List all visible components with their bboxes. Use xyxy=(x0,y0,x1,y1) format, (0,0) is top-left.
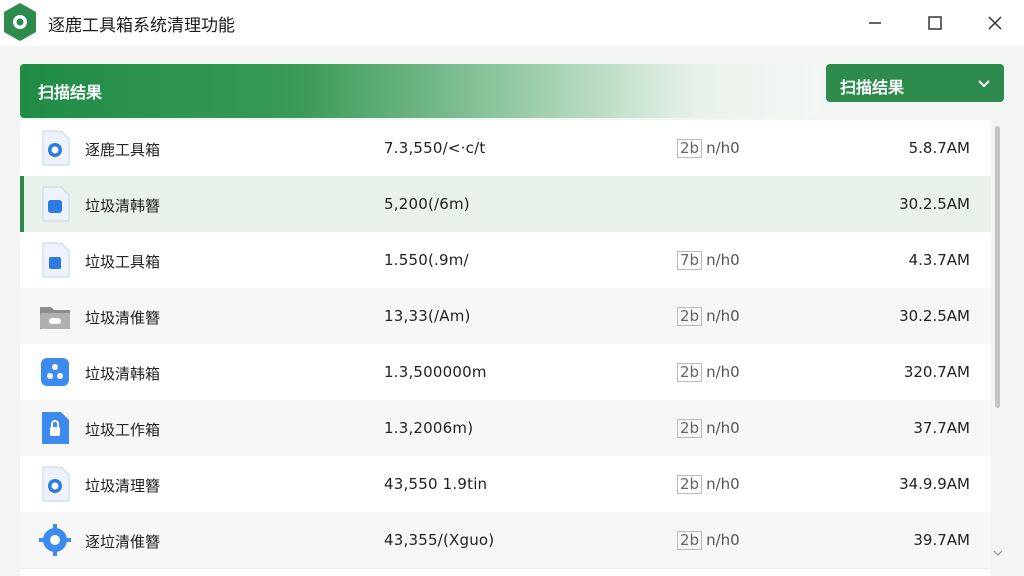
meta-text: n/h0 xyxy=(706,475,740,493)
doc-icon xyxy=(42,186,70,222)
window-title: 逐鹿工具箱系统清理功能 xyxy=(48,16,235,36)
minimize-button[interactable] xyxy=(860,8,890,38)
file-meta: 7b n/h0 xyxy=(677,251,740,270)
app-logo-icon xyxy=(4,3,36,41)
meta-text: n/h0 xyxy=(706,307,740,325)
search-doc-icon xyxy=(42,130,70,166)
gear-icon xyxy=(39,524,71,556)
scrollbar-thumb[interactable] xyxy=(995,126,1000,408)
results-header: 扫描结果 xyxy=(20,64,817,118)
dropdown-label: 扫描结果 xyxy=(840,78,905,97)
file-time: 37.7AM xyxy=(913,419,970,437)
title-bar: 逐鹿工具箱系统清理功能 xyxy=(0,0,1024,46)
file-row[interactable]: 垃圾清理簪 43,550 1.9tin 2b n/h0 34.9.9AM xyxy=(20,456,991,513)
maximize-icon xyxy=(928,16,942,30)
lock-doc-icon xyxy=(42,242,70,278)
meta-text: n/h0 xyxy=(706,531,740,549)
file-time: 39.7AM xyxy=(913,531,970,549)
meta-text: n/h0 xyxy=(706,419,740,437)
file-list: 逐鹿工具箱 7.3,550/<·c/t 2b n/h0 5.8.7AM 垃圾清韩簪… xyxy=(20,120,991,576)
file-name: 垃圾清倠簪 xyxy=(85,309,161,327)
meta-text: n/h0 xyxy=(706,363,740,381)
file-size: 43,355/(Xguo) xyxy=(384,531,495,549)
meta-box: 2b xyxy=(677,363,703,382)
app-icon xyxy=(41,358,69,386)
file-row[interactable]: 逐鹿工具箱 7.3,550/<·c/t 2b n/h0 5.8.7AM xyxy=(20,120,991,177)
file-name: 垃圾工作箱 xyxy=(85,421,161,439)
file-time: 30.2.5AM xyxy=(899,195,970,213)
file-size: 1.3,2006m) xyxy=(384,419,474,437)
meta-box: 2b xyxy=(677,531,703,550)
file-meta: 2b n/h0 xyxy=(677,419,740,438)
meta-text: n/h0 xyxy=(706,139,740,157)
meta-box: 2b xyxy=(677,139,703,158)
file-row[interactable]: 垃圾清倠簪 13,33(/Am) 2b n/h0 30.2.5AM xyxy=(20,288,991,345)
file-time: 30.2.5AM xyxy=(899,307,970,325)
file-name: 垃圾工具箱 xyxy=(85,253,161,271)
close-button[interactable] xyxy=(980,8,1010,38)
file-size: 1.550(.9m/ xyxy=(384,251,469,269)
file-name: 垃圾清韩箱 xyxy=(85,365,161,383)
folder-icon xyxy=(40,307,70,329)
file-row-selected[interactable]: 垃圾清韩簪 5,200(/6m) 30.2.5AM xyxy=(20,176,991,233)
file-time: 320.7AM xyxy=(903,363,970,381)
lock-icon xyxy=(42,412,69,444)
results-dropdown[interactable]: 扫描结果 xyxy=(826,64,1004,102)
file-row[interactable]: 垃圾工作箱 1.3,2006m) 2b n/h0 37.7AM xyxy=(20,400,991,457)
file-time: 34.9.9AM xyxy=(899,475,970,493)
file-size: 13,33(/Am) xyxy=(384,307,471,325)
meta-box: 7b xyxy=(677,251,703,270)
chevron-down-icon xyxy=(978,80,990,88)
file-time: 5.8.7AM xyxy=(908,139,970,157)
meta-box: 2b xyxy=(677,475,703,494)
file-meta: 2b n/h0 xyxy=(677,363,740,382)
file-meta: 2b n/h0 xyxy=(677,475,740,494)
file-size: 43,550 1.9tin xyxy=(384,475,488,493)
scroll-down-icon[interactable] xyxy=(993,548,1003,558)
search-doc-icon xyxy=(42,466,70,502)
meta-box: 2b xyxy=(677,307,703,326)
file-name: 垃圾清理簪 xyxy=(85,477,161,495)
list-scrollbar[interactable] xyxy=(993,118,1003,576)
file-size: 1.3,500000m xyxy=(384,363,487,381)
file-name: 逐垃清倠簪 xyxy=(85,533,161,551)
file-row[interactable]: 垃圾工具箱 1.550(.9m/ 7b n/h0 4.3.7AM xyxy=(20,232,991,289)
meta-text: n/h0 xyxy=(706,251,740,269)
file-size: 5,200(/6m) xyxy=(384,195,470,213)
file-size: 7.3,550/<·c/t xyxy=(384,139,486,157)
maximize-button[interactable] xyxy=(920,8,950,38)
file-meta: 2b n/h0 xyxy=(677,531,740,550)
file-name: 垃圾清韩簪 xyxy=(85,197,161,215)
meta-box: 2b xyxy=(677,419,703,438)
results-title: 扫描结果 xyxy=(38,83,103,102)
file-name: 逐鹿工具箱 xyxy=(85,141,161,159)
file-time: 4.3.7AM xyxy=(908,251,970,269)
minimize-icon xyxy=(869,22,881,24)
file-meta: 2b n/h0 xyxy=(677,139,740,158)
file-row[interactable]: 逐垃清倠簪 43,355/(Xguo) 2b n/h0 39.7AM xyxy=(20,512,991,569)
close-icon xyxy=(988,16,1002,30)
file-row[interactable]: 垃圾清韩箱 1.3,500000m 2b n/h0 320.7AM xyxy=(20,344,991,401)
file-meta: 2b n/h0 xyxy=(677,307,740,326)
